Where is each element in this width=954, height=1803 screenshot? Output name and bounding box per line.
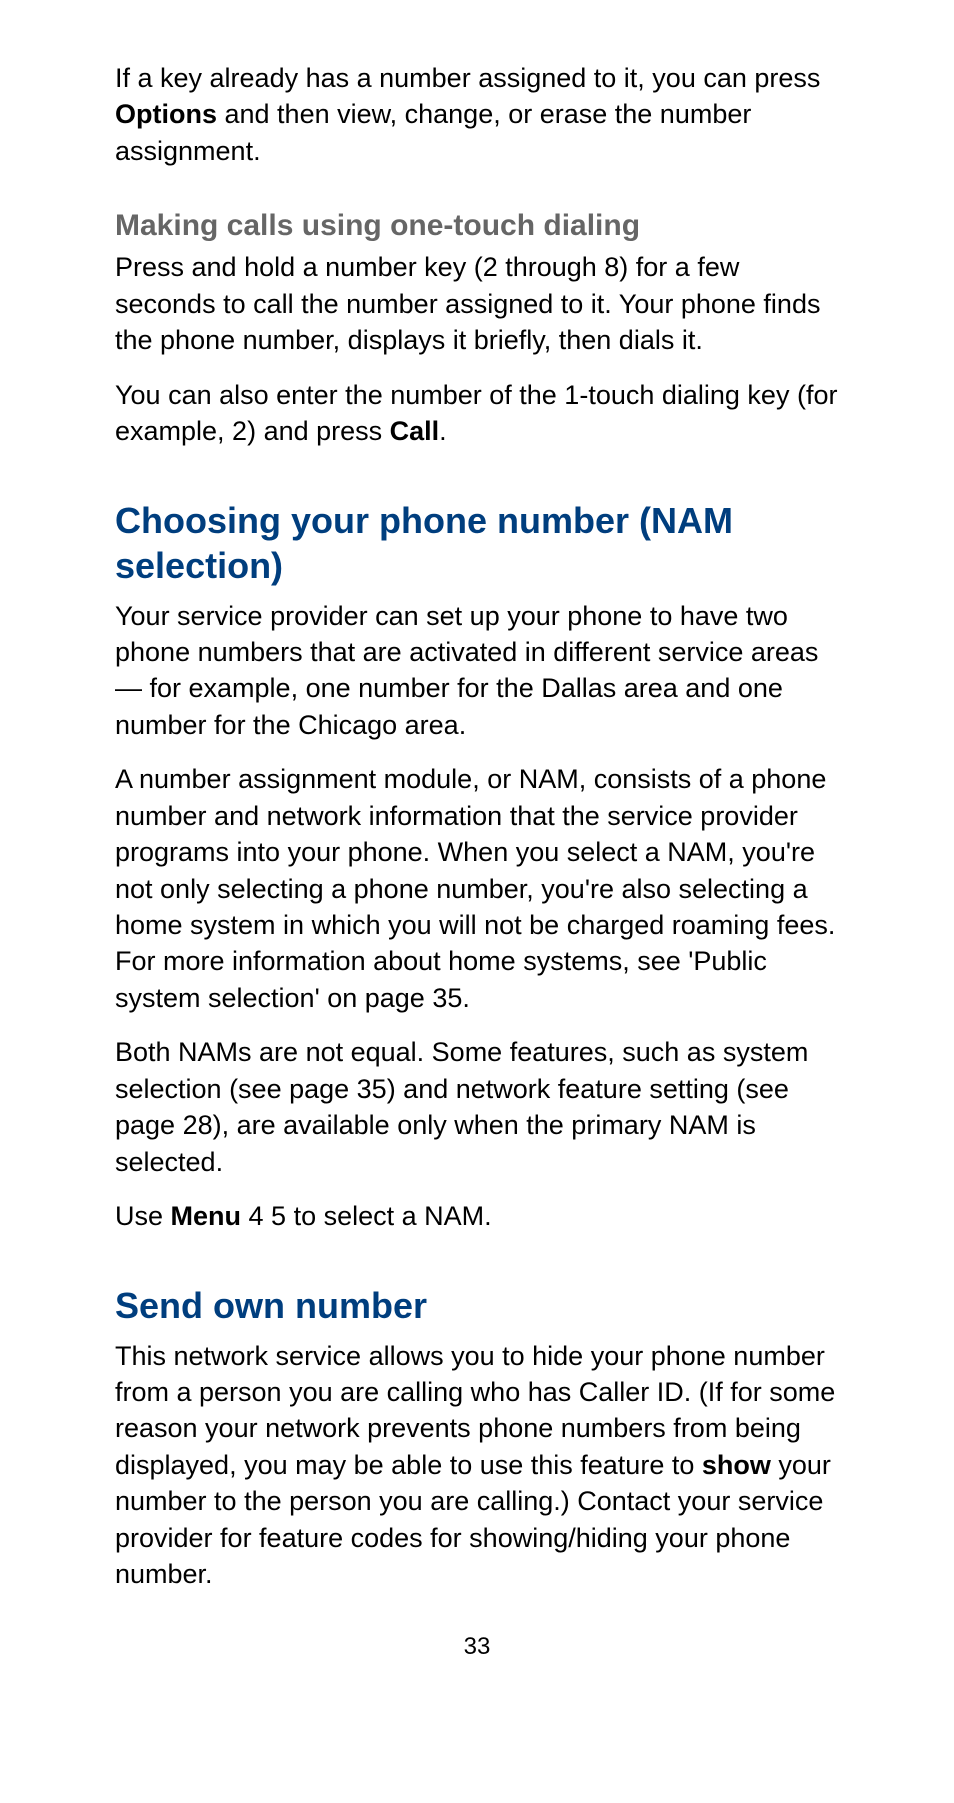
- text: .: [439, 416, 447, 446]
- text: If a key already has a number assigned t…: [115, 63, 820, 93]
- paragraph-nam-3: Both NAMs are not equal. Some features, …: [115, 1034, 839, 1180]
- show-label: show: [702, 1450, 771, 1480]
- menu-label: Menu: [171, 1201, 242, 1231]
- paragraph-one-touch-1: Press and hold a number key (2 through 8…: [115, 249, 839, 358]
- paragraph-one-touch-2: You can also enter the number of the 1-t…: [115, 377, 839, 450]
- paragraph-send-own: This network service allows you to hide …: [115, 1338, 839, 1593]
- page-container: If a key already has a number assigned t…: [0, 0, 954, 1803]
- sub-heading-one-touch: Making calls using one-touch dialing: [115, 209, 839, 243]
- paragraph-intro: If a key already has a number assigned t…: [115, 60, 839, 169]
- page-number: 33: [115, 1633, 839, 1661]
- heading-nam-selection: Choosing your phone number (NAM selectio…: [115, 498, 839, 588]
- call-label: Call: [390, 416, 440, 446]
- paragraph-nam-4: Use Menu 4 5 to select a NAM.: [115, 1198, 839, 1234]
- text: You can also enter the number of the 1-t…: [115, 380, 837, 446]
- options-label: Options: [115, 99, 217, 129]
- paragraph-nam-1: Your service provider can set up your ph…: [115, 598, 839, 744]
- heading-send-own-number: Send own number: [115, 1283, 839, 1328]
- text: 4 5 to select a NAM.: [241, 1201, 492, 1231]
- text: Use: [115, 1201, 171, 1231]
- paragraph-nam-2: A number assignment module, or NAM, cons…: [115, 761, 839, 1016]
